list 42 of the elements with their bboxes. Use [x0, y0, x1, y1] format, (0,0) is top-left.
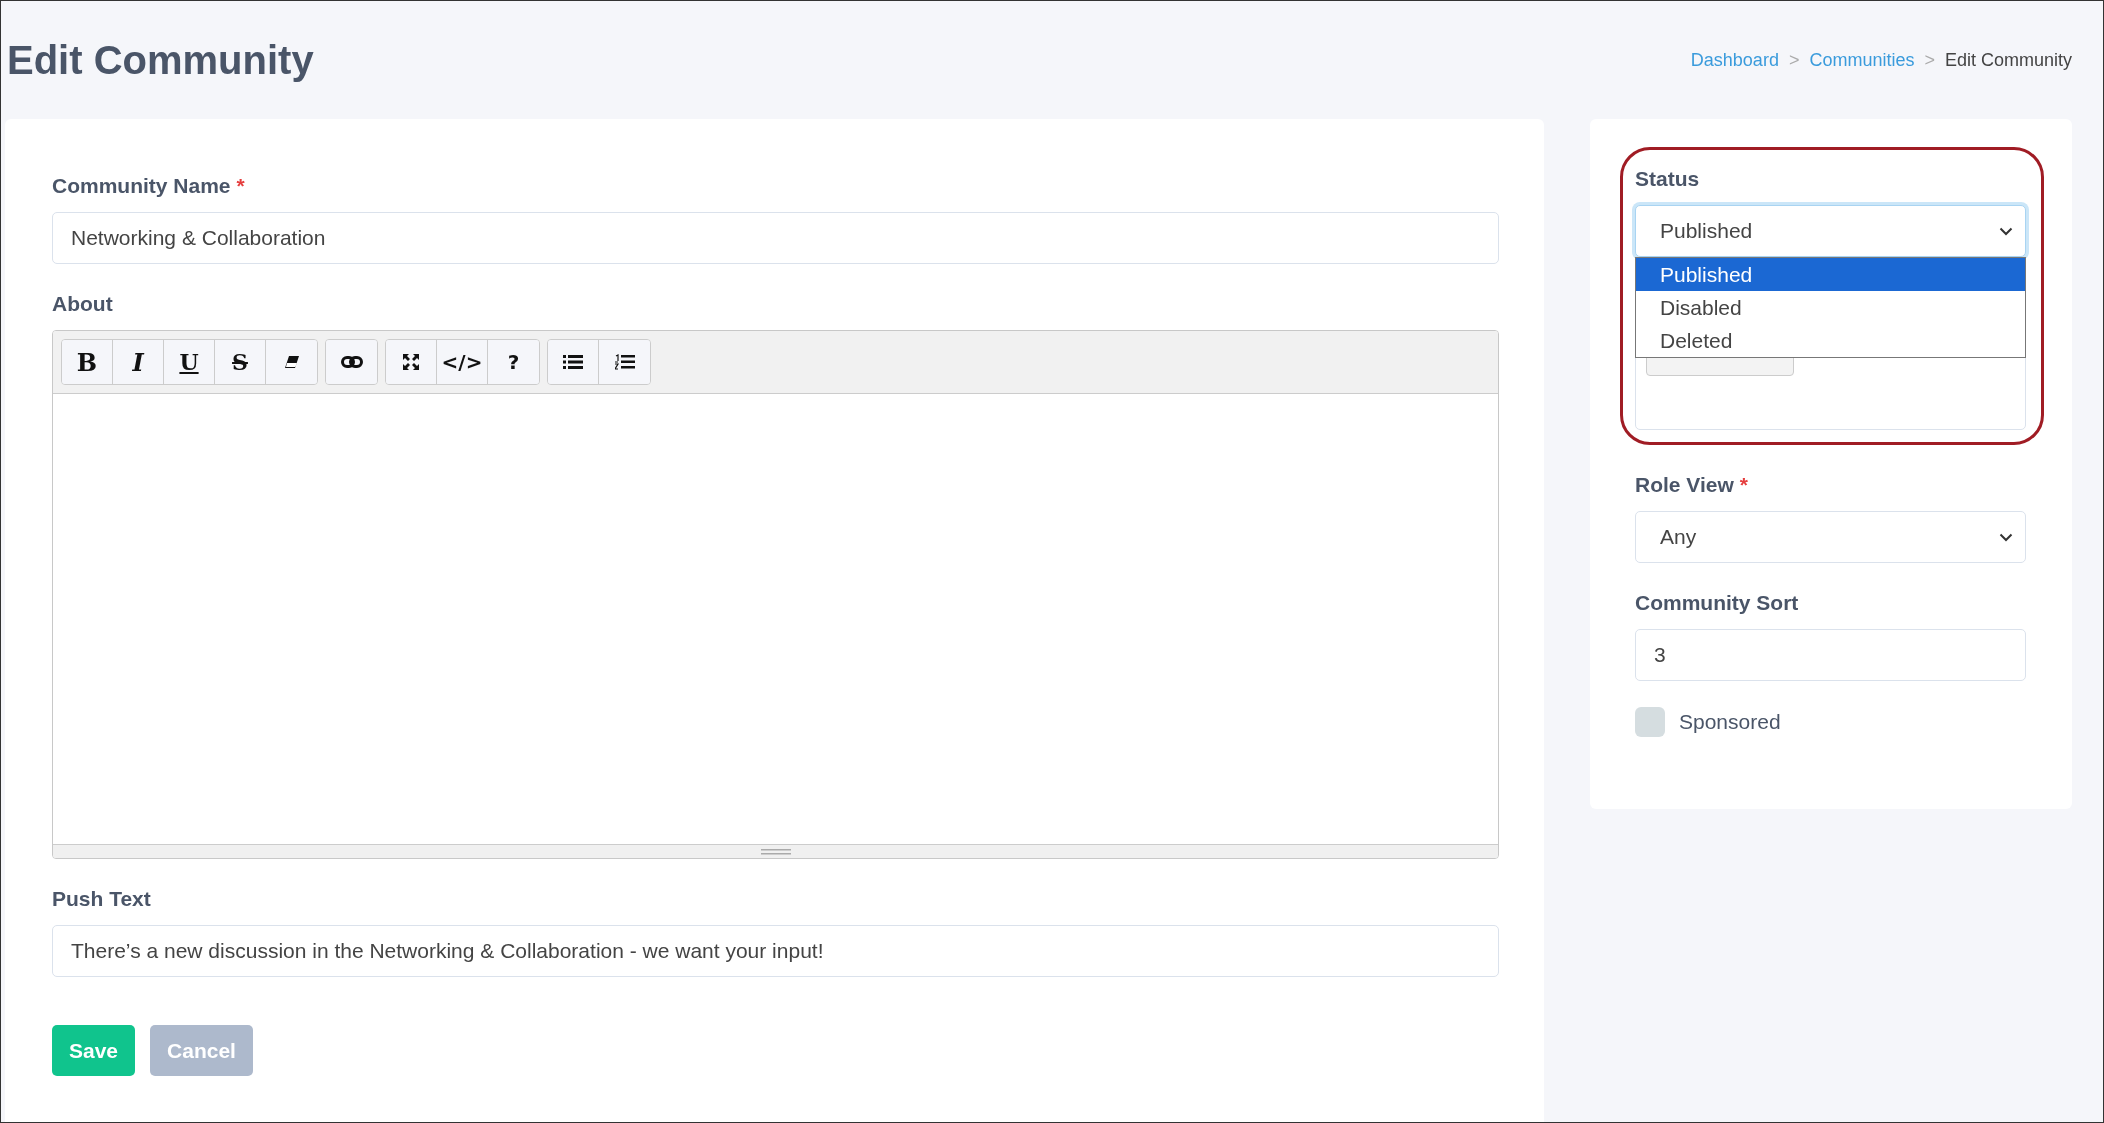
checkbox-label: Sponsored: [1679, 710, 1781, 734]
numbered-list-button[interactable]: [599, 340, 650, 384]
push-text-field[interactable]: There’s a new discussion in the Networking & Collaboration - we want your input!: [52, 925, 1499, 977]
field-label: Community Sort: [1635, 591, 1799, 615]
status-select[interactable]: Published: [1635, 205, 2026, 257]
field-label: Role View: [1635, 473, 1734, 497]
dropdown-option[interactable]: Published: [1636, 258, 2025, 291]
checkbox[interactable]: [1635, 707, 1665, 737]
field-label: Community Name: [52, 174, 231, 198]
field-label: Push Text: [52, 887, 151, 911]
eraser-icon: [283, 355, 300, 369]
expand-icon: [402, 353, 420, 371]
link-icon: [340, 356, 363, 368]
chevron-down-icon: [1999, 226, 2013, 236]
page-title: Edit Community: [7, 37, 314, 83]
chevron-down-icon: [1999, 532, 2013, 542]
required-mark: *: [236, 174, 245, 198]
community-sort-field[interactable]: 3: [1635, 629, 2026, 681]
underline-button[interactable]: U: [164, 340, 215, 384]
text-button[interactable]: </>: [437, 340, 488, 384]
italic-button[interactable]: I: [113, 340, 164, 384]
resize-handle-icon[interactable]: [760, 848, 791, 855]
rich-text-editor[interactable]: B I U S </> ?: [52, 330, 1499, 859]
field-label: About: [52, 292, 113, 316]
numbered-list-icon: [614, 354, 635, 370]
bullet-list-button[interactable]: [548, 340, 599, 384]
breadcrumb-current: Edit Community: [1944, 49, 2072, 71]
strike-button[interactable]: S: [215, 340, 266, 384]
bullet-list-icon: [563, 354, 583, 370]
expand-button[interactable]: [386, 340, 437, 384]
breadcrumb-separator: >: [1788, 49, 1800, 71]
bold-button[interactable]: B: [62, 340, 113, 384]
text-button[interactable]: ?: [488, 340, 539, 384]
required-mark: *: [1739, 473, 1748, 497]
dropdown-option[interactable]: Disabled: [1636, 291, 2025, 324]
breadcrumb-separator: >: [1924, 49, 1935, 71]
role-view-select[interactable]: Any: [1635, 511, 2026, 563]
dropdown-option[interactable]: Deleted: [1636, 324, 2025, 357]
community-name-field[interactable]: Networking & Collaboration: [52, 212, 1499, 264]
field-label: Status: [1635, 167, 1700, 191]
eraser-button[interactable]: [266, 340, 317, 384]
link-button[interactable]: [326, 340, 377, 384]
